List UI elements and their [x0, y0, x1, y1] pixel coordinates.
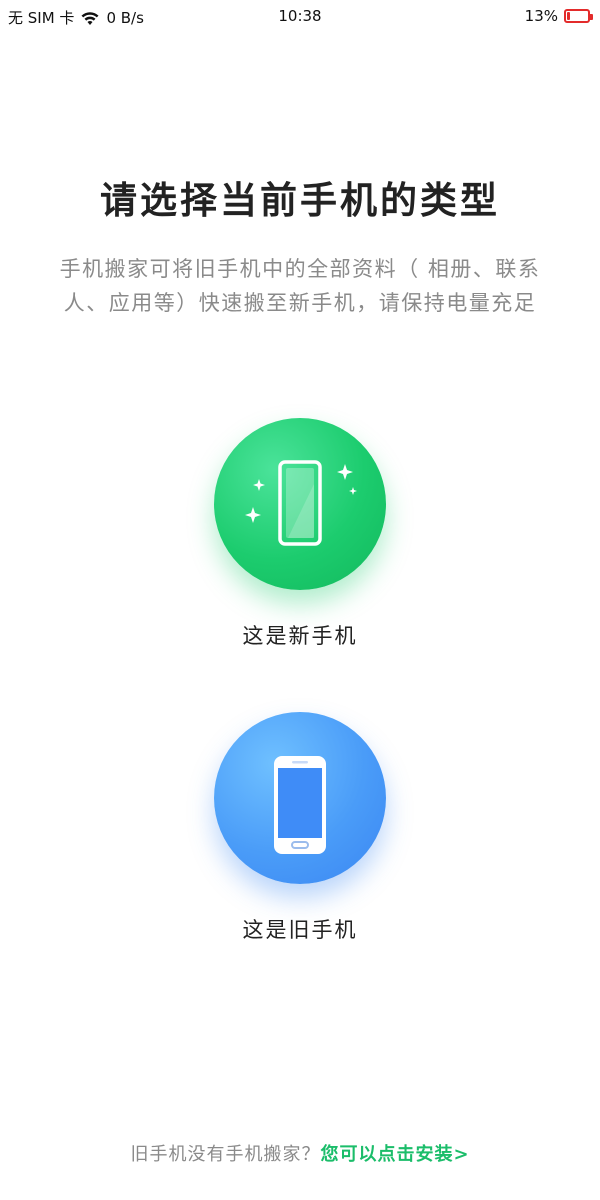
page-description: 手机搬家可将旧手机中的全部资料（ 相册、联系人、应用等）快速搬至新手机，请保持电…: [59, 257, 541, 315]
footer-text: 旧手机没有手机搬家？: [130, 1144, 321, 1165]
status-right: 13%: [524, 7, 593, 25]
old-phone-label[interactable]: 这是旧手机: [243, 914, 358, 944]
footer: 旧手机没有手机搬家？您可以点击安装>: [0, 1140, 600, 1166]
page-title: 请选择当前手机的类型: [100, 179, 500, 222]
new-phone-option[interactable]: 这是新手机: [0, 418, 600, 650]
new-phone-button[interactable]: [214, 418, 386, 590]
battery-icon: [564, 9, 593, 23]
new-phone-label[interactable]: 这是新手机: [243, 620, 358, 650]
old-phone-option[interactable]: 这是旧手机: [0, 712, 600, 944]
battery-percent: 13%: [524, 7, 558, 25]
old-phone-button[interactable]: [214, 712, 386, 884]
install-link[interactable]: 您可以点击安装>: [320, 1144, 469, 1165]
status-bar: 无 SIM 卡 0 B/s 10:38 13%: [0, 0, 600, 34]
old-phone-icon: [274, 756, 326, 854]
new-phone-icon: [245, 460, 357, 546]
clock: 10:38: [278, 7, 322, 25]
battery-fill: [567, 12, 570, 20]
